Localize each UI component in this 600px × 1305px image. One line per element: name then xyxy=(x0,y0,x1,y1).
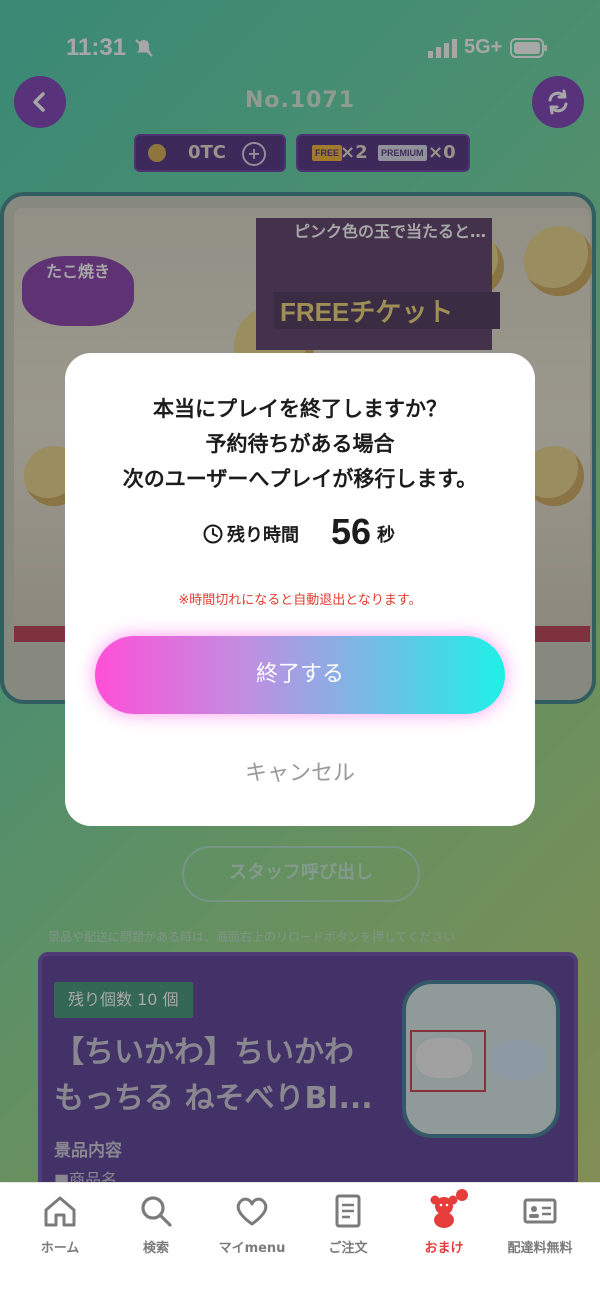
end-play-button[interactable]: 終了する xyxy=(95,636,505,714)
search-icon xyxy=(141,1196,172,1227)
bottom-tab-bar: ホーム 検索 マイmenu ご注文 おまけ 配達料無料 xyxy=(0,1182,600,1305)
tab-orders[interactable]: ご注文 xyxy=(298,1183,398,1263)
tab-label: 検索 xyxy=(142,1241,169,1256)
tab-label: 配達料無料 xyxy=(507,1241,573,1256)
order-document-icon xyxy=(335,1194,361,1228)
cancel-button[interactable]: キャンセル xyxy=(215,753,385,795)
id-card-icon xyxy=(523,1198,557,1224)
dialog-line-2: 予約待ちがある場合 xyxy=(205,432,395,456)
tab-omake[interactable]: おまけ xyxy=(394,1183,494,1263)
heart-icon xyxy=(236,1197,268,1226)
tab-home[interactable]: ホーム xyxy=(10,1183,110,1263)
clock-icon xyxy=(203,524,223,544)
timeout-warning: ※時間切れになると自動退出となります。 xyxy=(178,593,422,608)
tab-my-menu[interactable]: マイmenu xyxy=(202,1183,302,1263)
tab-free-shipping[interactable]: 配達料無料 xyxy=(490,1183,590,1263)
tab-label: おまけ xyxy=(424,1241,464,1256)
tab-label: マイmenu xyxy=(218,1241,286,1256)
tab-label: ホーム xyxy=(40,1241,80,1256)
dialog-line-3: 次のユーザーへプレイが移行します。 xyxy=(122,467,478,491)
tab-search[interactable]: 検索 xyxy=(106,1183,206,1263)
seconds-unit: 秒 xyxy=(377,525,395,546)
notification-dot xyxy=(456,1189,468,1201)
dialog-question: 本当にプレイを終了しますか？ xyxy=(153,397,447,421)
home-icon xyxy=(44,1196,76,1227)
remaining-time-label: 残り時間 xyxy=(227,525,299,546)
remaining-seconds: 56 xyxy=(331,511,372,552)
tab-label: ご注文 xyxy=(328,1241,368,1256)
end-play-dialog: 本当にプレイを終了しますか？ 予約待ちがある場合 次のユーザーへプレイが移行しま… xyxy=(65,353,535,826)
